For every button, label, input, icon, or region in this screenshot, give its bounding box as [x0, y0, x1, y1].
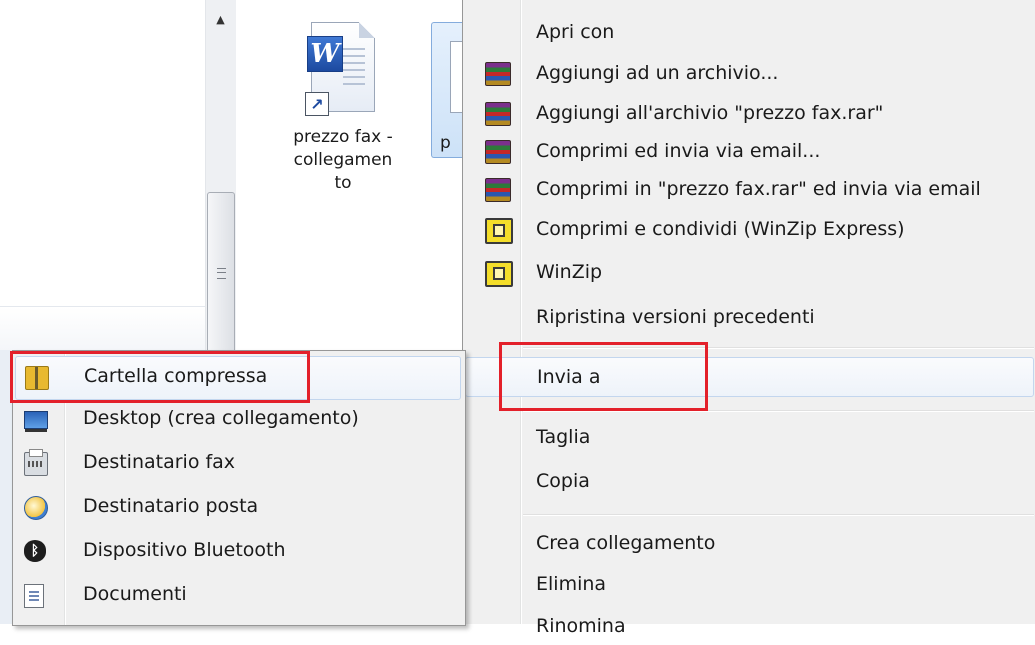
- menu-item-label: Ripristina versioni precedenti: [536, 306, 815, 328]
- menu-item-copia[interactable]: Copia: [465, 462, 1034, 500]
- menu-item-label: Aggiungi ad un archivio...: [536, 62, 779, 84]
- sendto-item-desktop[interactable]: Desktop (crea collegamento): [15, 399, 461, 441]
- winrar-icon: [485, 178, 511, 202]
- menu-item-label: Comprimi e condividi (WinZip Express): [536, 218, 905, 240]
- menu-item-label: Comprimi in "prezzo fax.rar" ed invia vi…: [536, 178, 981, 200]
- sendto-item-posta[interactable]: Destinatario posta: [15, 487, 461, 529]
- menu-item-label: WinZip: [536, 261, 603, 283]
- menu-item-label: Crea collegamento: [536, 532, 716, 554]
- menu-item-label: Rinomina: [536, 615, 626, 637]
- menu-item-label: Documenti: [83, 583, 187, 605]
- sendto-item-fax[interactable]: Destinatario fax: [15, 443, 461, 485]
- menu-item-elimina[interactable]: Elimina: [465, 565, 1034, 603]
- file-item-prezzo-fax-shortcut[interactable]: W ↗ prezzo fax - collegamen to: [268, 18, 418, 195]
- context-menu: Apri con Aggiungi ad un archivio... Aggi…: [462, 0, 1035, 637]
- menu-item-label: Comprimi ed invia via email...: [536, 140, 821, 162]
- bluetooth-icon: ᛒ: [24, 540, 46, 562]
- menu-separator: [523, 514, 1034, 516]
- menu-item-label: Destinatario fax: [83, 451, 236, 473]
- winzip-icon: [485, 261, 513, 287]
- menu-item-aggiungi-rar[interactable]: Aggiungi all'archivio "prezzo fax.rar": [465, 94, 1034, 132]
- zip-folder-icon: [25, 366, 49, 390]
- menu-item-comprimi-email[interactable]: Comprimi ed invia via email...: [465, 132, 1034, 170]
- nav-scrollbar-thumb[interactable]: [207, 192, 235, 354]
- mail-icon: [24, 496, 48, 520]
- winzip-icon: [485, 218, 513, 244]
- nav-pane-row[interactable]: [0, 306, 205, 352]
- sendto-item-documenti[interactable]: Documenti: [15, 575, 461, 617]
- menu-item-label: Dispositivo Bluetooth: [83, 539, 286, 561]
- file-name-label: p: [440, 133, 451, 153]
- sendto-item-bluetooth[interactable]: ᛒ Dispositivo Bluetooth: [15, 531, 461, 573]
- menu-item-apri-con[interactable]: Apri con: [465, 13, 1034, 51]
- scroll-up-arrow-icon[interactable]: ▲: [205, 0, 236, 38]
- file-name-label: prezzo fax - collegamen to: [293, 127, 393, 193]
- menu-item-label: Cartella compressa: [84, 365, 268, 387]
- menu-item-label: Elimina: [536, 573, 607, 595]
- winrar-icon: [485, 140, 511, 164]
- menu-item-crea-collegamento[interactable]: Crea collegamento: [465, 524, 1034, 562]
- menu-item-label: Apri con: [536, 21, 615, 43]
- word-document-shortcut-icon: W ↗: [305, 18, 381, 116]
- menu-item-comprimi-rar-email[interactable]: Comprimi in "prezzo fax.rar" ed invia vi…: [465, 170, 1034, 208]
- menu-item-label: Aggiungi all'archivio "prezzo fax.rar": [536, 102, 884, 124]
- menu-item-label: Desktop (crea collegamento): [83, 407, 359, 429]
- menu-item-rinomina[interactable]: Rinomina: [465, 607, 1034, 645]
- menu-item-invia-a[interactable]: Invia a: [465, 357, 1034, 397]
- documents-icon: [24, 584, 44, 608]
- sendto-item-cartella-compressa[interactable]: Cartella compressa: [15, 356, 461, 400]
- desktop-icon: [24, 411, 48, 432]
- menu-item-taglia[interactable]: Taglia: [465, 418, 1034, 456]
- menu-item-label: Copia: [536, 470, 590, 492]
- send-to-submenu: Cartella compressa Desktop (crea collega…: [12, 350, 466, 626]
- winrar-icon: [485, 102, 511, 126]
- menu-separator: [523, 347, 1034, 349]
- menu-item-label: Invia a: [537, 366, 601, 388]
- winrar-icon: [485, 62, 511, 86]
- shortcut-arrow-icon: ↗: [305, 92, 329, 116]
- menu-separator: [523, 410, 1034, 412]
- grip-icon: [216, 267, 226, 279]
- menu-item-winzip-express[interactable]: Comprimi e condividi (WinZip Express): [465, 210, 1034, 248]
- menu-item-aggiungi-archivio[interactable]: Aggiungi ad un archivio...: [465, 54, 1034, 92]
- menu-item-ripristina[interactable]: Ripristina versioni precedenti: [465, 298, 1034, 336]
- menu-item-winzip[interactable]: WinZip: [465, 253, 1034, 291]
- menu-item-label: Destinatario posta: [83, 495, 259, 517]
- menu-item-label: Taglia: [536, 426, 591, 448]
- fax-icon: [24, 449, 48, 476]
